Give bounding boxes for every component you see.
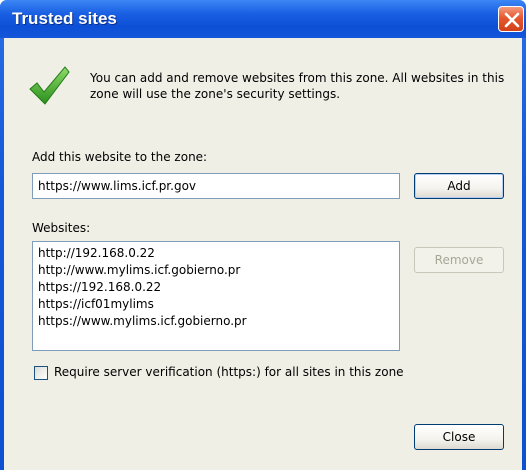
checkmark-icon [29,66,70,105]
add-website-label: Add this website to the zone: [32,150,208,164]
list-item[interactable]: https://192.168.0.22 [38,279,394,296]
server-verification-label[interactable]: Require server verification (https:) for… [54,365,404,379]
trusted-sites-dialog: Trusted sites You can add and remove web… [0,0,526,470]
intro-text: You can add and remove websites from thi… [90,71,505,101]
list-item[interactable]: https://icf01mylims [38,296,394,313]
window-close-button[interactable] [498,6,524,32]
dialog-body: You can add and remove websites from thi… [4,38,522,470]
server-verification-checkbox[interactable] [34,366,48,380]
websites-label: Websites: [32,221,91,235]
list-item[interactable]: http://192.168.0.22 [38,245,394,262]
close-button[interactable]: Close [414,424,504,450]
title-bar[interactable]: Trusted sites [0,0,526,38]
remove-button[interactable]: Remove [414,247,504,273]
window-title: Trusted sites [12,9,117,28]
close-icon [504,12,520,28]
websites-list[interactable]: http://192.168.0.22 http://www.mylims.ic… [32,241,400,351]
website-url-input[interactable] [32,173,400,199]
list-item[interactable]: https://www.mylims.icf.gobierno.pr [38,313,394,330]
list-item[interactable]: http://www.mylims.icf.gobierno.pr [38,262,394,279]
add-button[interactable]: Add [414,173,504,199]
